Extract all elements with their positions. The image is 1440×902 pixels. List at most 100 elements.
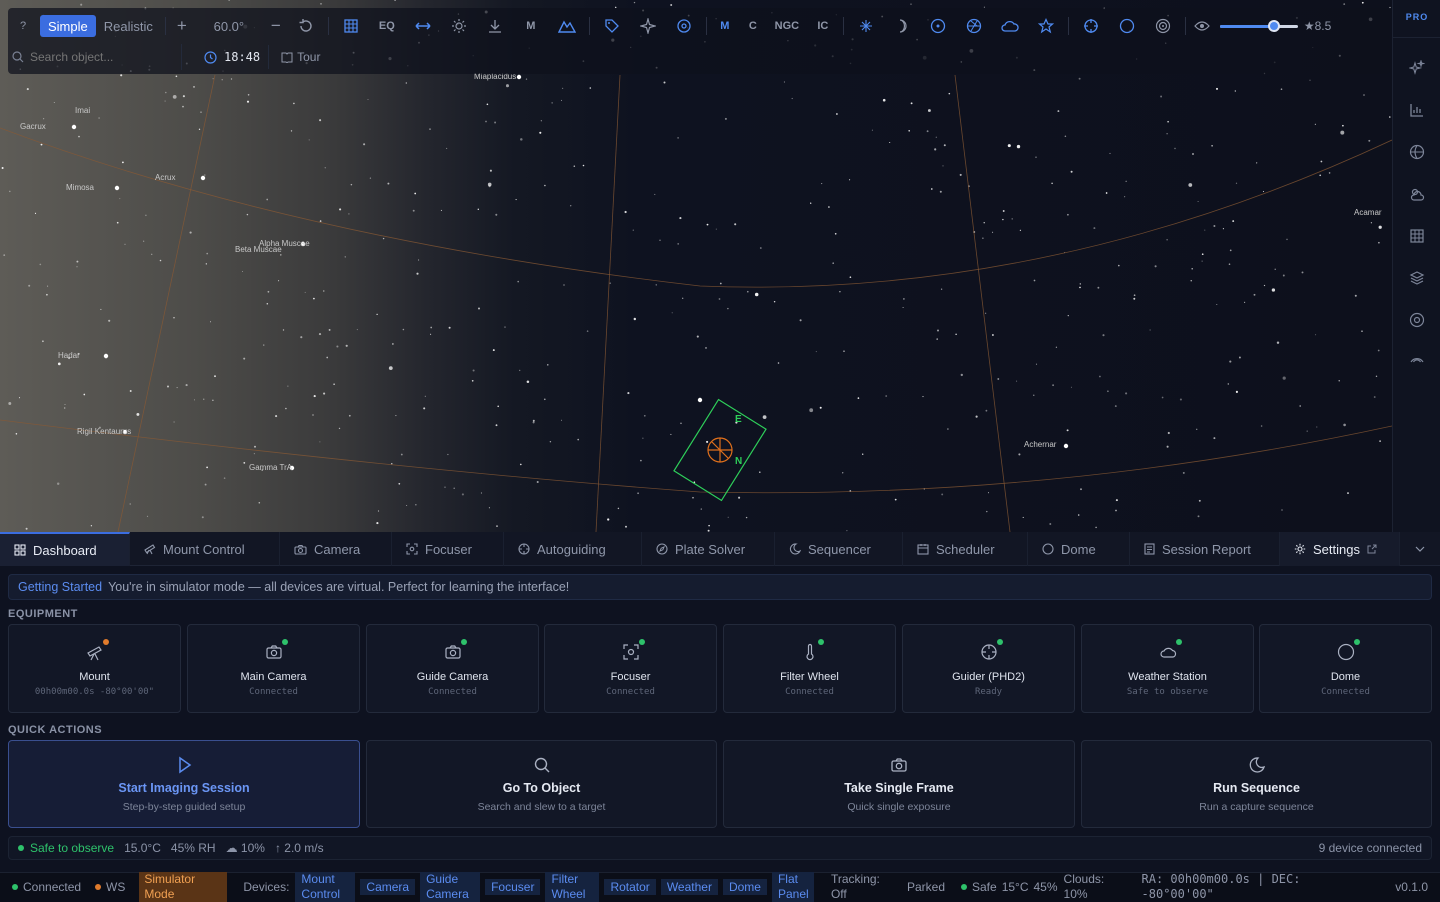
galaxy-icon[interactable] <box>666 14 702 38</box>
qa-subtitle: Quick single exposure <box>847 801 951 813</box>
tour-button[interactable]: Tour <box>281 50 320 64</box>
fov-east-mark: E <box>735 414 742 425</box>
run-sequence-button[interactable]: Run Sequence Run a capture sequence <box>1081 740 1432 828</box>
weather-status-bar: Safe to observe 15.0°C 45% RH ☁ 10% ↑ 2.… <box>8 836 1432 860</box>
tab-mount-control[interactable]: Mount Control <box>130 532 280 566</box>
catalog-m-button[interactable]: M <box>711 14 739 38</box>
focus-icon <box>622 644 639 660</box>
eq-toggle-button[interactable]: EQ <box>369 14 405 38</box>
device-chip-weather[interactable]: Weather <box>660 878 718 895</box>
device-chip-guide-camera[interactable]: Guide Camera <box>420 871 481 902</box>
panel-collapse-chevron-down-icon[interactable] <box>1400 532 1440 565</box>
tab-plate-solver[interactable]: Plate Solver <box>642 532 775 566</box>
tab-scheduler[interactable]: Scheduler <box>903 532 1028 566</box>
calendar-icon <box>917 544 929 555</box>
equipment-card-filter-wheel[interactable]: Filter Wheel Connected <box>723 624 896 713</box>
device-chip-filter-wheel[interactable]: Filter Wheel <box>545 871 600 902</box>
crosshair-icon <box>518 543 530 555</box>
equipment-status: Connected <box>785 687 834 697</box>
mountain-icon[interactable] <box>549 14 585 38</box>
time-control[interactable]: 18:48 <box>196 45 270 69</box>
circle-icon <box>1042 543 1054 555</box>
tab-settings[interactable]: Settings <box>1280 532 1400 566</box>
grid-line-dec-lower <box>0 419 1392 494</box>
catalog-ngc-button[interactable]: NGC <box>767 14 807 38</box>
moon-icon[interactable] <box>884 14 920 38</box>
tab-sequencer[interactable]: Sequencer <box>775 532 903 566</box>
play-icon <box>179 756 192 774</box>
equipment-card-mount[interactable]: Mount 00h00m00.0s -80°00'00" <box>8 624 181 713</box>
favorites-star-icon[interactable] <box>1028 14 1064 38</box>
grid-toggle-icon[interactable] <box>333 14 369 38</box>
go-to-object-button[interactable]: Go To Object Search and slew to a target <box>366 740 717 828</box>
target-icon[interactable] <box>1405 308 1429 332</box>
eye-icon <box>1190 14 1214 38</box>
aperture-icon[interactable] <box>956 14 992 38</box>
take-single-frame-button[interactable]: Take Single Frame Quick single exposure <box>723 740 1075 828</box>
cloud-icon[interactable] <box>992 14 1028 38</box>
ws-dot <box>95 883 102 890</box>
start-imaging-session-button[interactable]: Start Imaging Session Step-by-step guide… <box>8 740 360 828</box>
tab-label: Autoguiding <box>537 541 606 557</box>
device-chip-camera[interactable]: Camera <box>360 878 416 895</box>
crosshair-icon[interactable] <box>1073 14 1109 38</box>
concentric-icon[interactable] <box>1145 14 1181 38</box>
antenna-icon[interactable] <box>1405 350 1429 366</box>
reset-view-icon[interactable] <box>288 14 324 38</box>
tab-autoguiding[interactable]: Autoguiding <box>504 532 642 566</box>
equipment-card-guide-camera[interactable]: Guide Camera Connected <box>366 624 539 713</box>
device-chip-flat-panel[interactable]: Flat Panel <box>771 871 814 902</box>
mode-realistic-button[interactable]: Realistic <box>96 15 161 37</box>
search-icon <box>534 757 549 773</box>
globe-icon[interactable] <box>1405 140 1429 164</box>
ring-icon[interactable] <box>1109 14 1145 38</box>
tab-focuser[interactable]: Focuser <box>392 532 504 566</box>
tab-camera[interactable]: Camera <box>280 532 392 566</box>
sparkle-icon[interactable] <box>1405 56 1429 80</box>
star-burst-icon[interactable] <box>848 14 884 38</box>
device-chip-rotator[interactable]: Rotator <box>604 878 656 895</box>
constellation-icon[interactable] <box>630 14 666 38</box>
equipment-card-weather-station[interactable]: Weather Station Safe to observe <box>1081 624 1254 713</box>
sky-view[interactable]: Imai Gacrux Acrux Mimosa Alpha Muscae Be… <box>0 0 1392 532</box>
search-box[interactable] <box>12 44 182 70</box>
tab-label: Sequencer <box>808 541 871 557</box>
equipment-status: Ready <box>974 687 1003 697</box>
layers-icon[interactable] <box>1405 266 1429 290</box>
equipment-card-dome[interactable]: Dome Connected <box>1259 624 1432 713</box>
magnitude-slider[interactable] <box>1219 18 1298 34</box>
tab-dome[interactable]: Dome <box>1028 532 1130 566</box>
catalog-ic-button[interactable]: IC <box>807 14 839 38</box>
zoom-out-button[interactable]: − <box>264 15 288 37</box>
equipment-card-focuser[interactable]: Focuser Connected <box>544 624 717 713</box>
star-label: Achernar <box>1024 440 1057 449</box>
tab-dashboard[interactable]: Dashboard <box>0 532 130 566</box>
star-label: Acrux <box>155 173 176 182</box>
zoom-in-button[interactable]: + <box>170 15 194 37</box>
equipment-card-main-camera[interactable]: Main Camera Connected <box>187 624 360 713</box>
tab-session-report[interactable]: Session Report <box>1130 532 1280 566</box>
equipment-card-guider-phd2[interactable]: Guider (PHD2) Ready <box>902 624 1075 713</box>
tag-icon[interactable] <box>594 14 630 38</box>
external-link-icon[interactable] <box>1367 544 1377 554</box>
mode-simple-button[interactable]: Simple <box>40 15 96 37</box>
getting-started-link[interactable]: Getting Started <box>18 580 102 594</box>
device-chip-focuser[interactable]: Focuser <box>485 878 541 895</box>
catalog-c-button[interactable]: C <box>739 14 767 38</box>
search-input[interactable] <box>30 50 170 64</box>
grid-icon[interactable] <box>1405 224 1429 248</box>
horizon-arrows-icon[interactable] <box>405 14 441 38</box>
target-circle-icon[interactable] <box>920 14 956 38</box>
device-count: 9 device connected <box>1318 841 1422 855</box>
device-chip-dome[interactable]: Dome <box>722 878 767 895</box>
messier-toggle-button[interactable]: M <box>513 14 549 38</box>
book-icon <box>281 52 293 63</box>
chart-icon[interactable] <box>1405 98 1429 122</box>
grid-line-ra-right <box>954 74 1011 532</box>
download-icon[interactable] <box>477 14 513 38</box>
weather-icon[interactable] <box>1405 182 1429 206</box>
sun-toggle-icon[interactable] <box>441 14 477 38</box>
device-chip-mount-control[interactable]: Mount Control <box>295 871 356 902</box>
help-button[interactable]: ? <box>12 15 34 37</box>
top-toolbar: ? Simple Realistic + 60.0° − EQ M M C NG… <box>8 8 1390 74</box>
